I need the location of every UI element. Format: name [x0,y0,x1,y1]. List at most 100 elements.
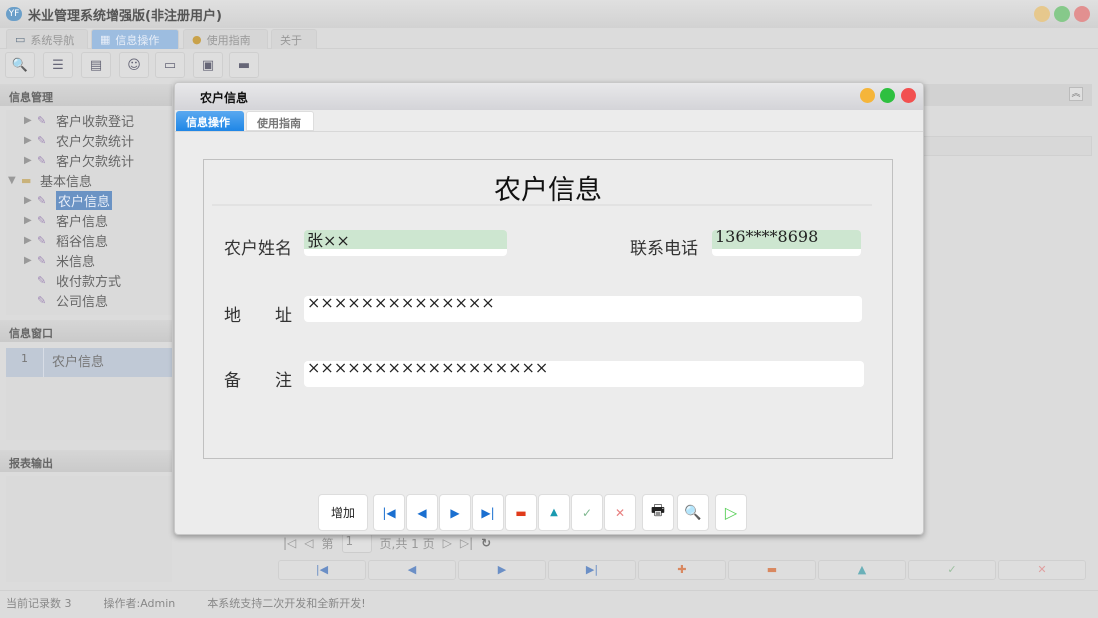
next-page-icon[interactable]: ▷ [443,536,452,550]
report-panel [6,476,172,582]
tool-icon: ✎ [37,214,53,227]
tool-icon: ✎ [37,294,53,307]
maximize-button[interactable] [1054,6,1070,22]
add-button[interactable]: ✚ [638,560,726,580]
expand-icon: ▶ [24,255,34,266]
dialog-close-button[interactable] [901,88,916,103]
next-record-button[interactable]: ▶ [439,494,471,531]
expand-icon: ▶ [24,215,34,226]
expand-icon: ▶ [24,235,34,246]
tab-guide[interactable]: ●使用指南 [183,29,268,49]
form-frame: 农户信息 农户姓名 张×× 联系电话 136****8698 地 址 ×××××… [203,159,893,459]
tree-folder[interactable]: ▼▬基本信息 [8,170,92,190]
grid-header [900,136,1092,156]
refresh-icon[interactable]: ↻ [481,536,491,550]
tree-item[interactable]: ▶✎客户欠款统计 [24,150,134,170]
first-record-button[interactable]: |◀ [373,494,405,531]
dialog-maximize-button[interactable] [880,88,895,103]
title-divider [212,204,872,206]
delete-button[interactable]: ▬ [505,494,537,531]
name-label: 农户姓名 [224,234,292,259]
tab-about[interactable]: 关于 [271,29,317,49]
expand-icon: ▶ [24,155,34,166]
tool-icon: ✎ [37,274,53,287]
collapse-icon[interactable]: ︽ [1069,87,1083,101]
delete-button[interactable]: ▬ [728,560,816,580]
phone-field[interactable]: 136****8698 [712,230,861,256]
print-preview-icon[interactable]: 🔍 [677,494,709,531]
tool-icon: ✎ [37,234,53,247]
tree-item[interactable]: ▶✎农户欠款统计 [24,130,134,150]
tree-item[interactable]: ✎公司信息 [24,290,108,310]
form-title: 农户信息 [204,168,892,207]
record-count: 当前记录数 3 [6,595,72,611]
dialog-tab-info-ops[interactable]: 信息操作 [176,111,244,131]
next-button[interactable]: ▶ [458,560,546,580]
save-button[interactable]: ✓ [571,494,603,531]
dialog-minimize-button[interactable] [860,88,875,103]
expand-icon: ▶ [24,195,34,206]
last-button[interactable]: ▶| [548,560,636,580]
farmer-info-dialog: 农户信息 信息操作 使用指南 农户信息 农户姓名 张×× 联系电话 136***… [174,82,924,535]
add-button[interactable]: 增加 [318,494,368,531]
window-list-row[interactable]: 1 农户信息 [6,348,172,377]
dialog-titlebar[interactable]: 农户信息 [175,83,923,110]
tab-info-ops[interactable]: ▦信息操作 [91,29,179,49]
search-icon[interactable]: 🔍 [5,52,35,78]
close-button[interactable] [1074,6,1090,22]
tree-item[interactable]: ▶✎农户信息 [24,190,112,210]
prev-page-icon[interactable]: ◁ [304,536,313,550]
status-message: 本系统支持二次开发和全新开发! [207,595,365,611]
expand-icon: ▶ [24,135,34,146]
run-icon[interactable]: ▷ [715,494,747,531]
prev-button[interactable]: ◀ [368,560,456,580]
first-button[interactable]: |◀ [278,560,366,580]
list-icon[interactable]: ☰ [43,52,73,78]
expand-icon: ▶ [24,115,34,126]
page-input[interactable]: 1 [342,533,372,553]
tool-icon: ✎ [37,194,53,207]
tree-item[interactable]: ✎收付款方式 [24,270,121,290]
tool-icon: ✎ [37,114,53,127]
app-title: 米业管理系统增强版(非注册用户) [28,5,222,24]
minimize-button[interactable] [1034,6,1050,22]
help-icon: ● [192,33,202,46]
info-mgmt-header: 信息管理 [0,84,172,106]
note-field[interactable]: ×××××××××××××××××× [304,361,864,387]
report-output-header: 报表输出 [0,450,172,472]
info-window-header: 信息窗口 [0,320,172,342]
address-field[interactable]: ×××××××××××××× [304,296,862,322]
edit-button[interactable]: ▲ [818,560,906,580]
note-label: 备 注 [224,366,292,391]
print-icon[interactable]: 🖶 [642,494,674,531]
tab-system-nav[interactable]: ▭系统导航 [6,29,88,49]
app-logo-icon: YF [6,7,22,21]
tree-item[interactable]: ▶✎客户收款登记 [24,110,134,130]
main-tabs: ▭系统导航 ▦信息操作 ●使用指南 关于 [0,28,1098,49]
window-add-icon[interactable]: ▣ [193,52,223,78]
monitor-icon: ▭ [15,33,25,46]
cancel-button[interactable]: ✕ [604,494,636,531]
prev-record-button[interactable]: ◀ [406,494,438,531]
tool-icon: ✎ [37,154,53,167]
first-page-icon[interactable]: |◁ [283,536,296,550]
tree-item[interactable]: ▶✎米信息 [24,250,95,270]
cancel-button[interactable]: ✕ [998,560,1086,580]
edit-button[interactable]: ▲ [538,494,570,531]
save-button[interactable]: ✓ [908,560,996,580]
dialog-tab-guide[interactable]: 使用指南 [246,111,314,131]
window-list [6,377,172,440]
tree-item[interactable]: ▶✎稻谷信息 [24,230,108,250]
nav-tree: ▶✎客户收款登记 ▶✎农户欠款统计 ▶✎客户欠款统计 ▼▬基本信息 ▶✎农户信息… [6,110,172,315]
collapse-icon: ▼ [8,175,18,186]
tree-item[interactable]: ▶✎客户信息 [24,210,108,230]
document-icon[interactable]: ▤ [81,52,111,78]
folder-icon: ▬ [21,174,37,187]
name-field[interactable]: 张×× [304,230,507,256]
user-icon[interactable]: ☺ [119,52,149,78]
tool-icon: ✎ [37,134,53,147]
monitor-icon[interactable]: ▭ [155,52,185,78]
last-record-button[interactable]: ▶| [472,494,504,531]
card-icon[interactable]: ▬ [229,52,259,78]
last-page-icon[interactable]: ▷| [460,536,473,550]
